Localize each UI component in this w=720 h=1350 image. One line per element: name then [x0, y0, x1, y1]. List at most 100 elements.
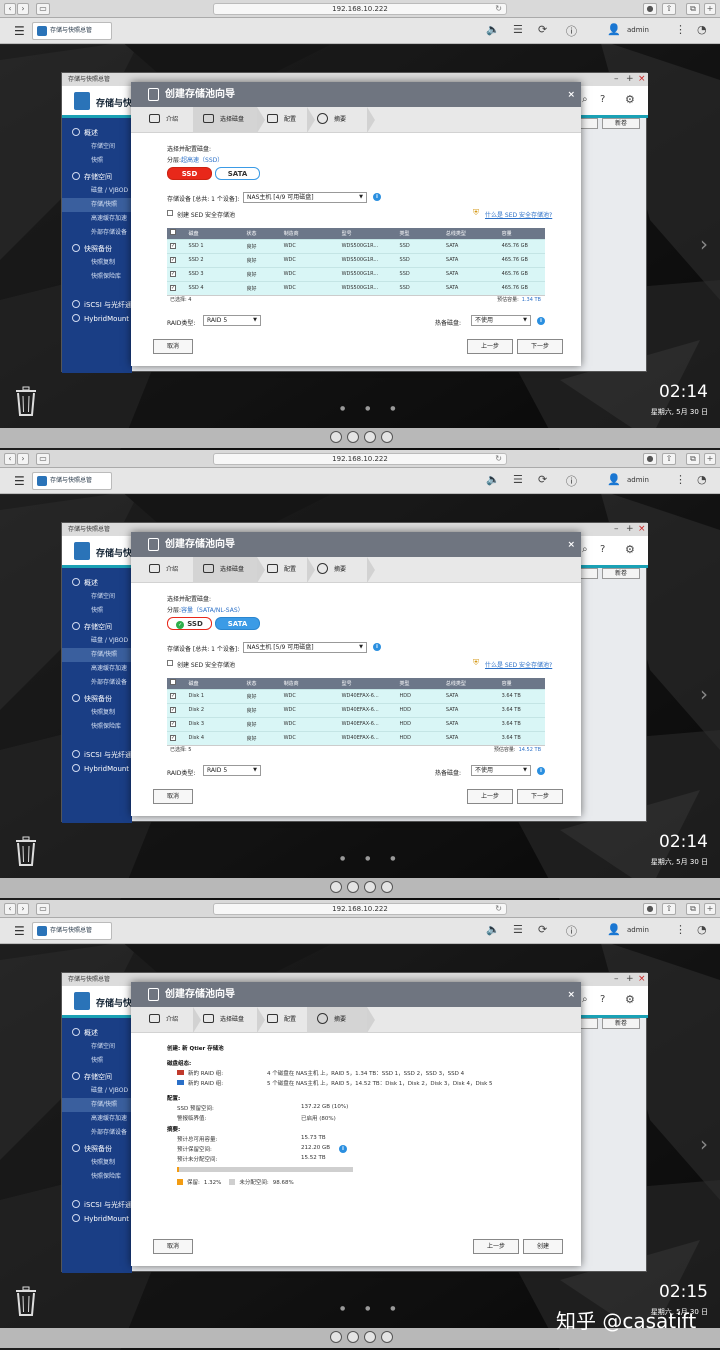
sidebar-item[interactable]: 快照	[62, 154, 132, 168]
app-tab-storage[interactable]: 存储与快照总管	[32, 472, 112, 490]
volume-icon[interactable]: 🔈	[486, 23, 500, 36]
info-icon[interactable]: i	[373, 643, 381, 651]
row-select[interactable]: ✓	[167, 730, 186, 745]
help-icon[interactable]: ?	[600, 544, 605, 555]
notification-icon[interactable]: ⓘ	[566, 23, 577, 39]
download-button[interactable]: ●	[643, 903, 657, 915]
back-nav-button[interactable]: ‹	[4, 453, 16, 465]
search-icon[interactable]: ⌕	[582, 94, 588, 105]
sidebar-item[interactable]: 快照保险库	[62, 270, 132, 284]
trash-icon[interactable]	[14, 836, 38, 866]
forward-nav-button[interactable]: ›	[17, 903, 29, 915]
dock-icon[interactable]	[330, 881, 342, 893]
back-nav-button[interactable]: ‹	[4, 903, 16, 915]
info-icon[interactable]: i	[537, 767, 545, 775]
sidebar-item[interactable]: 概述	[62, 1026, 132, 1040]
dock-icon[interactable]	[364, 1331, 376, 1343]
settings-icon[interactable]: ⚙	[625, 543, 635, 556]
next-page-arrow[interactable]: ›	[700, 1132, 708, 1156]
row-select[interactable]: ✓	[167, 280, 186, 295]
speed-icon[interactable]: ◔	[697, 473, 707, 486]
sidebar-item[interactable]: 存储/快照	[62, 1098, 132, 1112]
row-checkbox[interactable]: ✓	[170, 735, 176, 741]
sidebar-item[interactable]: 快照	[62, 604, 132, 618]
close-button[interactable]: ×	[638, 973, 646, 985]
sidebar-item[interactable]: iSCSI 与光纤通道	[62, 748, 132, 762]
more-icon[interactable]: ⋮	[675, 923, 686, 936]
info-icon[interactable]: i	[537, 317, 545, 325]
menu-icon[interactable]: ☰	[14, 474, 25, 488]
download-button[interactable]: ●	[643, 3, 657, 15]
sidebar-item[interactable]: 快照保险库	[62, 720, 132, 734]
row-select[interactable]: ✓	[167, 716, 186, 731]
sidebar-item[interactable]: HybridMount	[62, 312, 132, 326]
row-checkbox[interactable]: ✓	[170, 707, 176, 713]
sidebar-item[interactable]: 快照保险库	[62, 1170, 132, 1184]
sync-icon[interactable]: ⟳	[538, 23, 547, 36]
user-icon[interactable]: 👤	[607, 473, 621, 486]
menu-icon[interactable]: ☰	[14, 24, 25, 38]
user-icon[interactable]: 👤	[607, 923, 621, 936]
dock-icon[interactable]	[364, 881, 376, 893]
next-page-arrow[interactable]: ›	[700, 682, 708, 706]
enclosure-select[interactable]: NAS主机 [4/9 可用磁盘] ▼	[243, 192, 367, 203]
sidebar-item[interactable]: 快照备份	[62, 242, 132, 256]
sidebar-toggle-button[interactable]: ▭	[36, 453, 50, 465]
forward-nav-button[interactable]: ›	[17, 453, 29, 465]
row-checkbox[interactable]: ✓	[170, 271, 176, 277]
help-icon[interactable]: ?	[600, 94, 605, 105]
reload-icon[interactable]: ↻	[495, 4, 502, 14]
sidebar-item[interactable]: HybridMount	[62, 762, 132, 776]
table-row[interactable]: ✓ Disk 3 良好 WDC WD40EFAX-6... HDD SATA 3.64 TB	[167, 716, 545, 731]
new-tab-button[interactable]: +	[704, 453, 716, 465]
select-all-checkbox[interactable]	[170, 229, 176, 236]
page-indicator[interactable]: ● ● ●	[340, 1305, 405, 1312]
dock-icon[interactable]	[330, 431, 342, 443]
settings-icon[interactable]: ⚙	[625, 93, 635, 106]
table-row[interactable]: ✓ SSD 3 良好 WDC WDS500G1R... SSD SATA 465.76 GB	[167, 266, 545, 281]
dock-icon[interactable]	[330, 1331, 342, 1343]
dock-icon[interactable]	[347, 1331, 359, 1343]
sidebar-item[interactable]: 快照	[62, 1054, 132, 1068]
trash-icon[interactable]	[14, 386, 38, 416]
dock-icon[interactable]	[347, 431, 359, 443]
sidebar-item[interactable]: 外部存储设备	[62, 676, 132, 690]
table-row[interactable]: ✓ SSD 4 良好 WDC WDS500G1R... SSD SATA 465.76 GB	[167, 280, 545, 295]
sidebar-item[interactable]: 存储空间	[62, 170, 132, 184]
row-select[interactable]: ✓	[167, 702, 186, 717]
page-indicator[interactable]: ● ● ●	[340, 855, 405, 862]
next-page-arrow[interactable]: ›	[700, 232, 708, 256]
speed-icon[interactable]: ◔	[697, 923, 707, 936]
sidebar-item[interactable]: 存储空间	[62, 1070, 132, 1084]
speed-icon[interactable]: ◔	[697, 23, 707, 36]
sidebar-item[interactable]: 概述	[62, 576, 132, 590]
trash-icon[interactable]	[14, 1286, 38, 1316]
sed-checkbox[interactable]	[167, 210, 173, 216]
new-volume-button[interactable]: 新卷	[602, 1018, 640, 1029]
sidebar-item[interactable]: 存储空间	[62, 140, 132, 154]
close-icon[interactable]: ×	[567, 983, 575, 1008]
table-row[interactable]: ✓ Disk 1 良好 WDC WD40EFAX-6... HDD SATA 3.64 TB	[167, 688, 545, 703]
sidebar-item[interactable]: 存储/快照	[62, 648, 132, 662]
cancel-button[interactable]: 取消	[153, 339, 193, 354]
select-all-header[interactable]	[167, 228, 186, 239]
row-select[interactable]: ✓	[167, 252, 186, 267]
sidebar-item[interactable]: 存储空间	[62, 620, 132, 634]
row-checkbox[interactable]: ✓	[170, 257, 176, 263]
sidebar-toggle-button[interactable]: ▭	[36, 903, 50, 915]
sidebar-item[interactable]: 高速缓存加速	[62, 662, 132, 676]
tier-sata-button[interactable]: SATA	[215, 167, 260, 180]
table-row[interactable]: ✓ Disk 4 良好 WDC WD40EFAX-6... HDD SATA 3.64 TB	[167, 730, 545, 745]
help-icon[interactable]: ?	[600, 994, 605, 1005]
create-button[interactable]: 创建	[523, 1239, 563, 1254]
minimize-button[interactable]: –	[614, 523, 619, 535]
app-tab-storage[interactable]: 存储与快照总管	[32, 22, 112, 40]
back-nav-button[interactable]: ‹	[4, 3, 16, 15]
sidebar-toggle-button[interactable]: ▭	[36, 3, 50, 15]
sync-icon[interactable]: ⟳	[538, 473, 547, 486]
next-button[interactable]: 下一步	[517, 339, 563, 354]
tabs-button[interactable]: ⧉	[686, 903, 700, 915]
tabs-button[interactable]: ⧉	[686, 453, 700, 465]
username[interactable]: admin	[627, 476, 649, 484]
sidebar-item[interactable]: 高速缓存加速	[62, 1112, 132, 1126]
